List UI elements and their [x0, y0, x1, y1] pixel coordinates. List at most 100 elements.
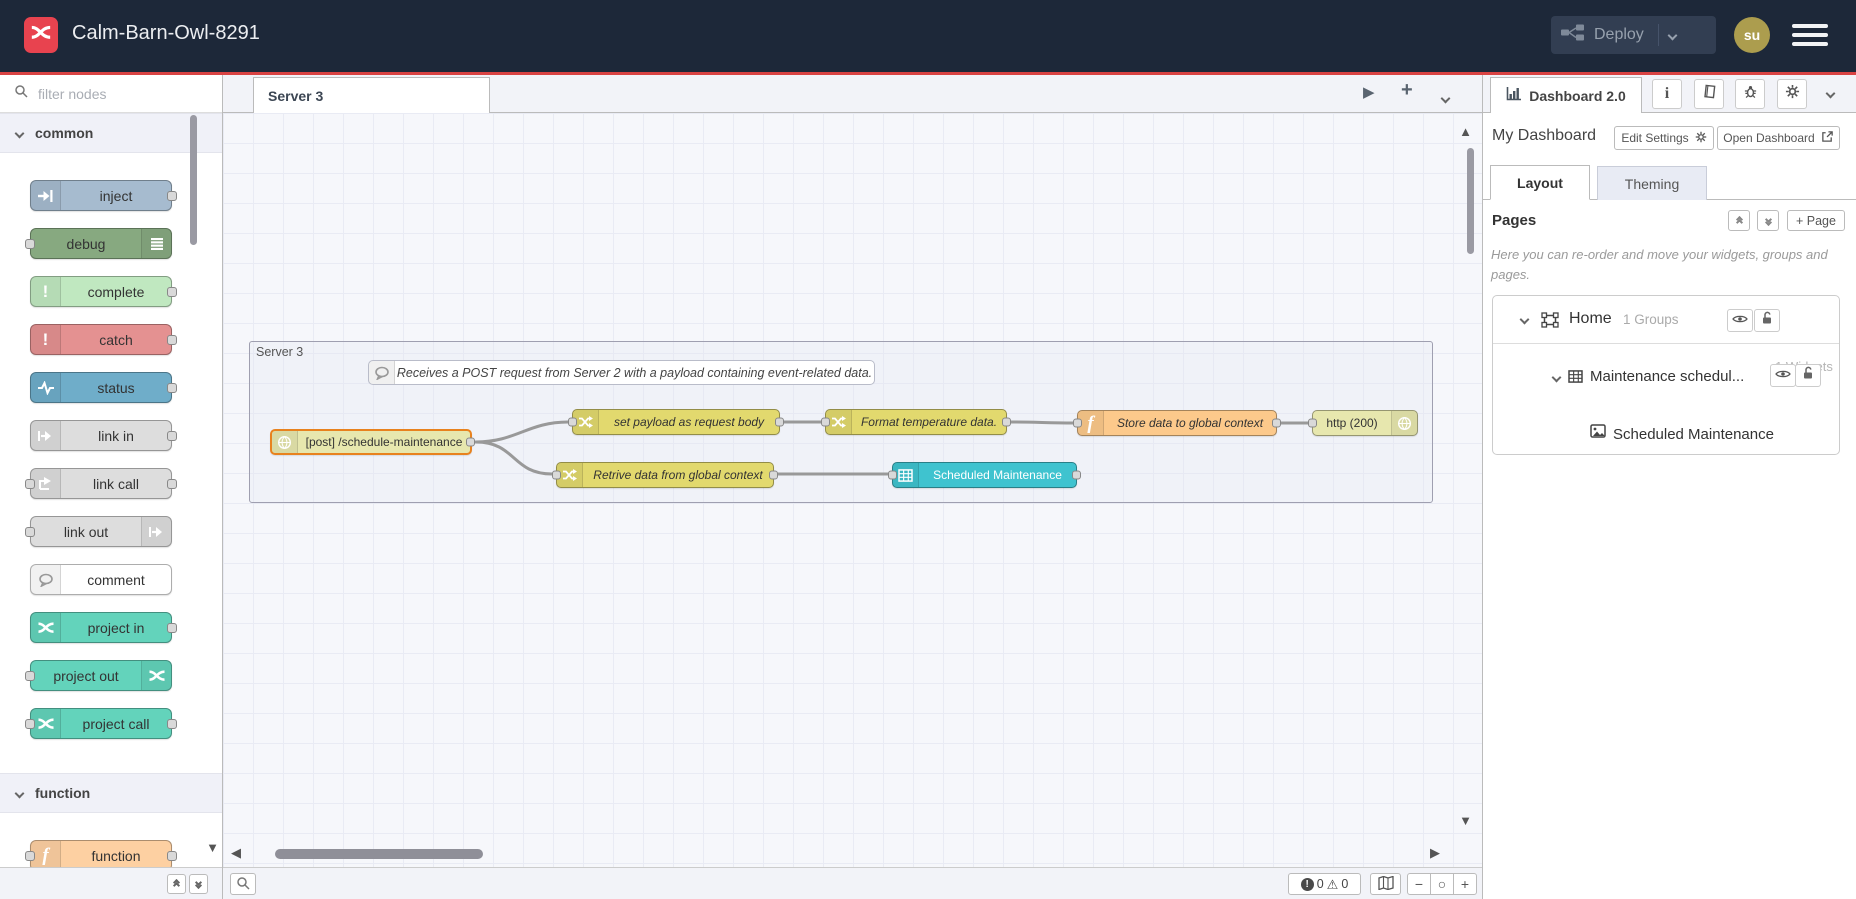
input-port[interactable]: [821, 417, 830, 427]
palette-search[interactable]: [0, 75, 222, 113]
info-tab-button[interactable]: i: [1652, 79, 1682, 109]
toggle-visibility-button[interactable]: [1727, 309, 1753, 332]
chevron-down-icon[interactable]: [1519, 314, 1530, 325]
output-port[interactable]: [167, 718, 177, 729]
output-port[interactable]: [1272, 418, 1281, 428]
palette-node-comment[interactable]: comment: [30, 564, 172, 595]
palette-node-catch[interactable]: ! catch: [30, 324, 177, 355]
flow-node-format-temperature[interactable]: Format temperature data.: [821, 409, 1011, 435]
zoom-reset-button[interactable]: ○: [1430, 873, 1454, 895]
palette-scrollbar-thumb[interactable]: [190, 115, 197, 245]
chevron-down-icon[interactable]: [1440, 89, 1451, 106]
output-port[interactable]: [167, 382, 177, 393]
move-up-button[interactable]: [1728, 210, 1750, 231]
zoom-in-button[interactable]: +: [1453, 873, 1477, 895]
palette-node-function[interactable]: f function: [25, 840, 177, 867]
input-port[interactable]: [25, 718, 35, 729]
output-port[interactable]: [167, 850, 177, 861]
lock-button[interactable]: [1754, 309, 1780, 332]
flow-node-comment[interactable]: Receives a POST request from Server 2 wi…: [368, 360, 875, 385]
tab-theming[interactable]: Theming: [1597, 166, 1707, 200]
scroll-up-icon[interactable]: ▲: [1459, 125, 1472, 138]
palette-category-common[interactable]: common: [0, 113, 222, 153]
edit-settings-button[interactable]: Edit Settings: [1614, 126, 1714, 150]
palette-node-complete[interactable]: ! complete: [30, 276, 177, 307]
user-avatar[interactable]: su: [1734, 17, 1770, 53]
palette-node-debug[interactable]: debug: [25, 228, 172, 259]
palette-node-inject[interactable]: inject: [30, 180, 177, 211]
output-port[interactable]: [167, 190, 177, 201]
flow-node-scheduled-maintenance-table[interactable]: Scheduled Maintenance: [888, 462, 1081, 488]
palette-node-link-call[interactable]: link call: [25, 468, 177, 499]
output-port[interactable]: [769, 470, 778, 480]
search-flows-button[interactable]: [230, 873, 256, 895]
menu-button[interactable]: [1792, 24, 1828, 50]
flow-canvas[interactable]: Server 3 Receives a POST request from Se…: [223, 113, 1482, 867]
output-port[interactable]: [167, 622, 177, 633]
chevron-down-icon[interactable]: [1825, 88, 1836, 99]
chevron-down-icon[interactable]: [1667, 30, 1678, 40]
output-port[interactable]: [167, 430, 177, 441]
input-port[interactable]: [25, 850, 35, 861]
add-flow-button[interactable]: +: [1401, 79, 1413, 102]
palette-node-link-out[interactable]: link out: [25, 516, 172, 547]
add-page-button[interactable]: + Page: [1787, 210, 1845, 231]
debug-tab-button[interactable]: [1735, 79, 1765, 109]
flow-node-http-response[interactable]: http (200): [1308, 410, 1418, 436]
canvas-horizontal-scrollbar-thumb[interactable]: [275, 849, 483, 859]
palette-scroll-down-icon[interactable]: ▼: [206, 840, 219, 855]
deploy-button[interactable]: Deploy: [1551, 16, 1716, 54]
move-down-button[interactable]: [1757, 210, 1779, 231]
tab-layout[interactable]: Layout: [1490, 165, 1590, 200]
open-dashboard-button[interactable]: Open Dashboard: [1717, 126, 1840, 150]
zoom-out-button[interactable]: −: [1407, 873, 1431, 895]
input-port[interactable]: [25, 526, 35, 537]
flow-tab-server3[interactable]: Server 3: [253, 77, 490, 113]
output-port[interactable]: [167, 286, 177, 297]
tree-row-home[interactable]: Home 1 Groups: [1493, 296, 1839, 344]
scroll-left-icon[interactable]: ◀: [231, 846, 241, 859]
chevron-down-icon[interactable]: [1551, 372, 1562, 383]
palette-category-function[interactable]: function: [0, 773, 222, 813]
output-port[interactable]: [466, 437, 475, 447]
filter-nodes-input[interactable]: [36, 84, 186, 103]
expand-all-button[interactable]: [189, 874, 208, 894]
lock-button[interactable]: [1795, 364, 1821, 387]
flow-node-set-payload[interactable]: set payload as request body: [568, 409, 784, 435]
input-port[interactable]: [25, 478, 35, 489]
output-port[interactable]: [1002, 417, 1011, 427]
collapse-all-button[interactable]: [167, 874, 186, 894]
open-tab-list-icon[interactable]: ▶: [1363, 83, 1375, 101]
palette-node-project-in[interactable]: project in: [30, 612, 177, 643]
node-red-logo-icon[interactable]: [24, 17, 58, 53]
input-port[interactable]: [25, 238, 35, 249]
toggle-visibility-button[interactable]: [1770, 364, 1796, 387]
output-port[interactable]: [1072, 470, 1081, 480]
unlock-icon: [1801, 366, 1815, 385]
config-tab-button[interactable]: [1777, 79, 1807, 109]
palette-node-project-call[interactable]: project call: [25, 708, 177, 739]
palette-node-link-in[interactable]: link in: [30, 420, 177, 451]
input-port[interactable]: [888, 470, 897, 480]
flow-node-store-data[interactable]: f Store data to global context: [1073, 410, 1281, 436]
palette-node-project-out[interactable]: project out: [25, 660, 172, 691]
notification-counts[interactable]: ! 0 ⚠ 0: [1288, 873, 1361, 895]
scroll-right-icon[interactable]: ▶: [1430, 846, 1440, 859]
navigator-map-button[interactable]: [1370, 873, 1401, 895]
output-port[interactable]: [775, 417, 784, 427]
palette-node-status[interactable]: status: [30, 372, 177, 403]
input-port[interactable]: [552, 470, 561, 480]
flow-node-retrieve-data[interactable]: Retrive data from global context: [552, 462, 778, 488]
input-port[interactable]: [568, 417, 577, 427]
tab-dashboard-2[interactable]: Dashboard 2.0: [1490, 77, 1642, 113]
canvas-vertical-scrollbar-thumb[interactable]: [1467, 148, 1474, 254]
input-port[interactable]: [25, 670, 35, 681]
flow-node-http-in[interactable]: [post] /schedule-maintenance: [270, 429, 475, 455]
input-port[interactable]: [1073, 418, 1082, 428]
help-tab-button[interactable]: [1694, 79, 1724, 109]
canvas-footer: ! 0 ⚠ 0 − ○ +: [223, 867, 1482, 899]
scroll-down-icon[interactable]: ▼: [1459, 814, 1472, 827]
input-port[interactable]: [1308, 418, 1317, 428]
output-port[interactable]: [167, 478, 177, 489]
output-port[interactable]: [167, 334, 177, 345]
